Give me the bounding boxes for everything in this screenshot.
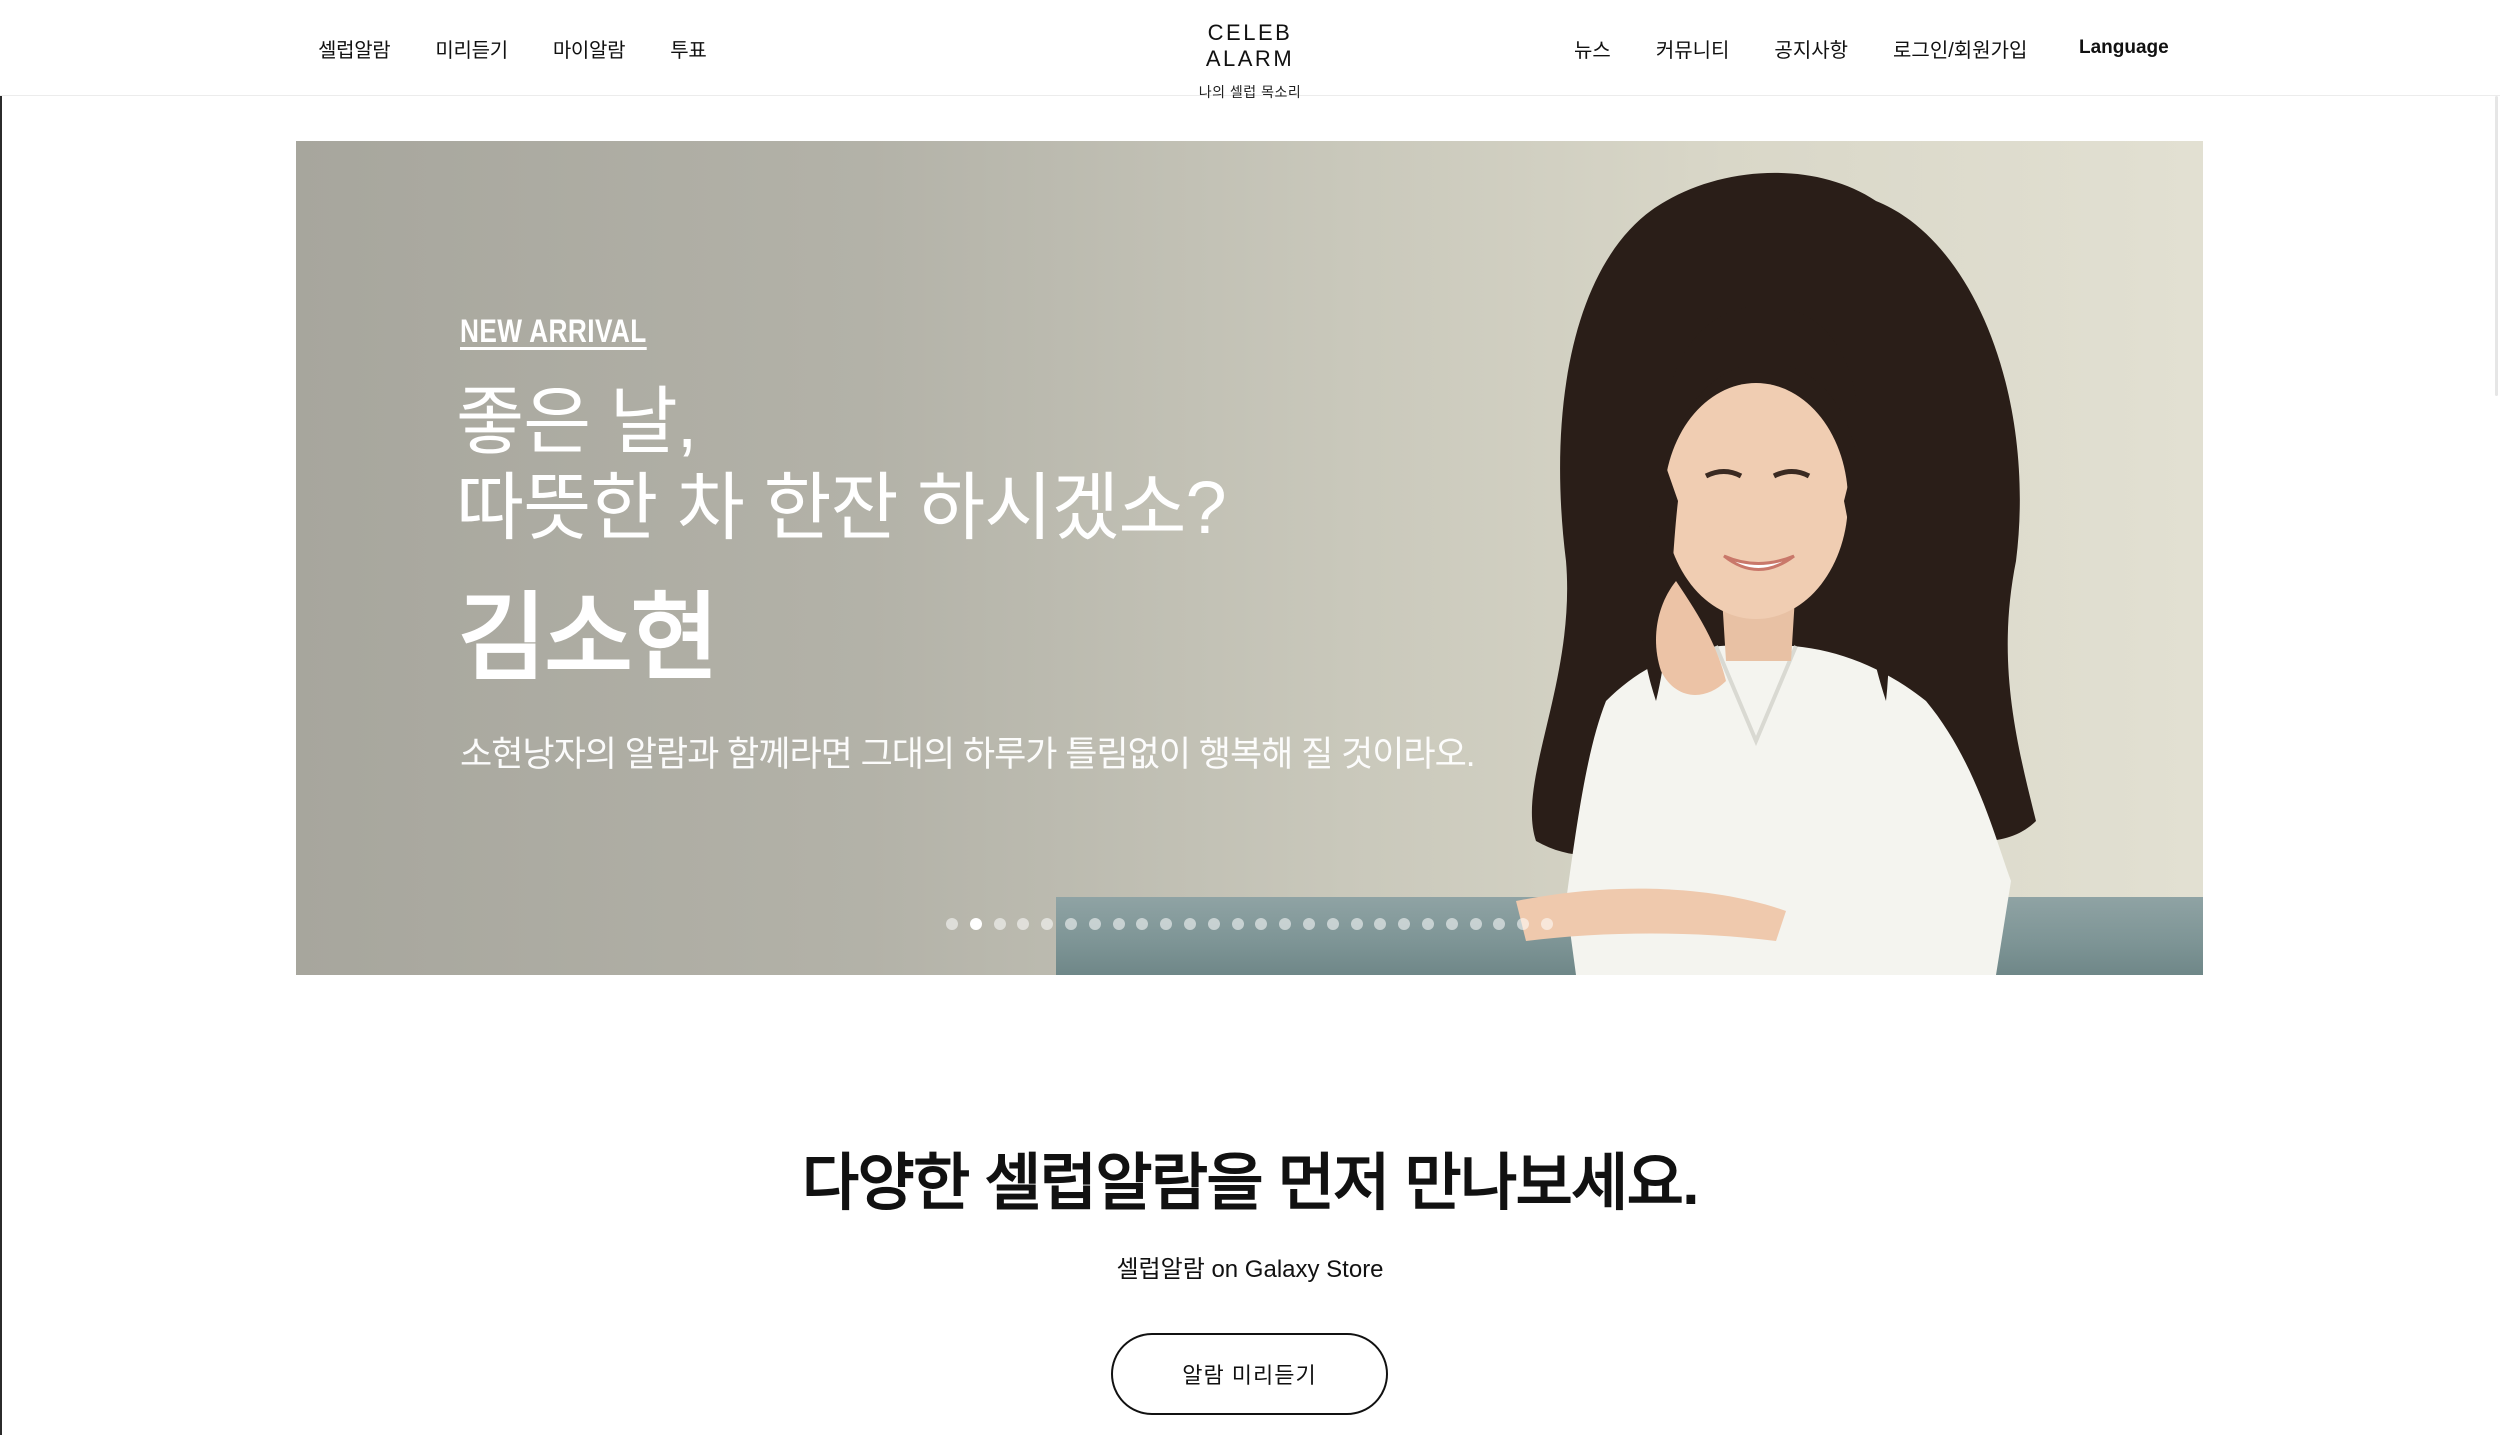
- slider-dot[interactable]: [1493, 918, 1506, 930]
- slider-dot[interactable]: [1350, 918, 1363, 930]
- preview-alarm-button[interactable]: 알람 미리듣기: [1111, 1333, 1388, 1415]
- primary-nav: 셀럽알람 미리듣기 마이알람 투표: [318, 34, 751, 63]
- logo-title: CELEB ALARM: [1205, 20, 1295, 71]
- nav-preview[interactable]: 미리듣기: [435, 34, 508, 63]
- slider-dot[interactable]: [993, 918, 1006, 930]
- hero-tag: NEW ARRIVAL: [460, 313, 647, 349]
- promo-title: 다양한 셀럽알람을 먼저 만나보세요.: [801, 1149, 1700, 1218]
- slider-dot[interactable]: [1112, 918, 1125, 930]
- slider-dot[interactable]: [1064, 918, 1077, 930]
- nav-login-signup[interactable]: 로그인/회원가입: [1893, 34, 2027, 63]
- slider-dot[interactable]: [1183, 918, 1196, 930]
- slider-dot[interactable]: [1398, 918, 1411, 930]
- promo-subtitle: 셀럽알람 on Galaxy Store: [1116, 1256, 1384, 1283]
- slider-dot[interactable]: [1160, 918, 1173, 930]
- site-logo[interactable]: CELEB ALARM 나의 셀럽 목소리: [1160, 20, 1340, 102]
- nav-vote[interactable]: 투표: [670, 34, 707, 63]
- slider-dot[interactable]: [1231, 918, 1244, 930]
- slider-dot[interactable]: [1469, 918, 1482, 930]
- slider-dot[interactable]: [1088, 918, 1101, 930]
- nav-news[interactable]: 뉴스: [1574, 34, 1611, 63]
- secondary-nav: 뉴스 커뮤니티 공지사항 로그인/회원가입: [1574, 34, 2072, 63]
- slider-dot[interactable]: [1326, 918, 1339, 930]
- language-selector[interactable]: Language: [2079, 37, 2169, 59]
- nav-notice[interactable]: 공지사항: [1774, 34, 1848, 63]
- logo-subtitle: 나의 셀럽 목소리: [1198, 84, 1302, 100]
- scrollbar[interactable]: [2490, 96, 2500, 426]
- slider-dot[interactable]: [1017, 918, 1030, 930]
- slider-dot[interactable]: [1517, 918, 1530, 930]
- slider-dot[interactable]: [1421, 918, 1434, 930]
- hero-headline-line1: 좋은 날,: [456, 380, 697, 463]
- nav-celeb-alarm[interactable]: 셀럽알람: [318, 34, 391, 63]
- nav-my-alarm[interactable]: 마이알람: [553, 34, 626, 63]
- slider-dot[interactable]: [1136, 918, 1149, 930]
- hero-banner[interactable]: NEW ARRIVAL 좋은 날, 따뜻한 차 한잔 하시겠소? 김소현 소현낭…: [296, 141, 2203, 975]
- site-header: 셀럽알람 미리듣기 마이알람 투표 CELEB ALARM 나의 셀럽 목소리 …: [0, 0, 2500, 100]
- hero-headline-line2: 따뜻한 차 한잔 하시겠소?: [456, 466, 1227, 549]
- slider-dot[interactable]: [1041, 918, 1054, 930]
- slider-dot[interactable]: [1207, 918, 1220, 930]
- slider-pagination: [946, 918, 1553, 930]
- slider-dot[interactable]: [1255, 918, 1268, 930]
- nav-community[interactable]: 커뮤니티: [1656, 34, 1730, 63]
- slider-dot[interactable]: [1445, 918, 1458, 930]
- slider-dot[interactable]: [946, 918, 958, 930]
- hero-celebrity-photo: [1516, 172, 2036, 975]
- slider-dot[interactable]: [1279, 918, 1292, 930]
- scrollbar-thumb[interactable]: [2495, 96, 2498, 396]
- slider-dot[interactable]: [969, 918, 982, 930]
- slider-dot[interactable]: [1302, 918, 1315, 930]
- hero-description: 소현낭자의 알람과 함께라면 그대의 하루가 틀림없이 행복해 질 것이라오.: [460, 735, 1476, 774]
- slider-dot[interactable]: [1374, 918, 1387, 930]
- slider-dot[interactable]: [1540, 918, 1553, 930]
- hero-celebrity-name: 김소현: [458, 585, 719, 692]
